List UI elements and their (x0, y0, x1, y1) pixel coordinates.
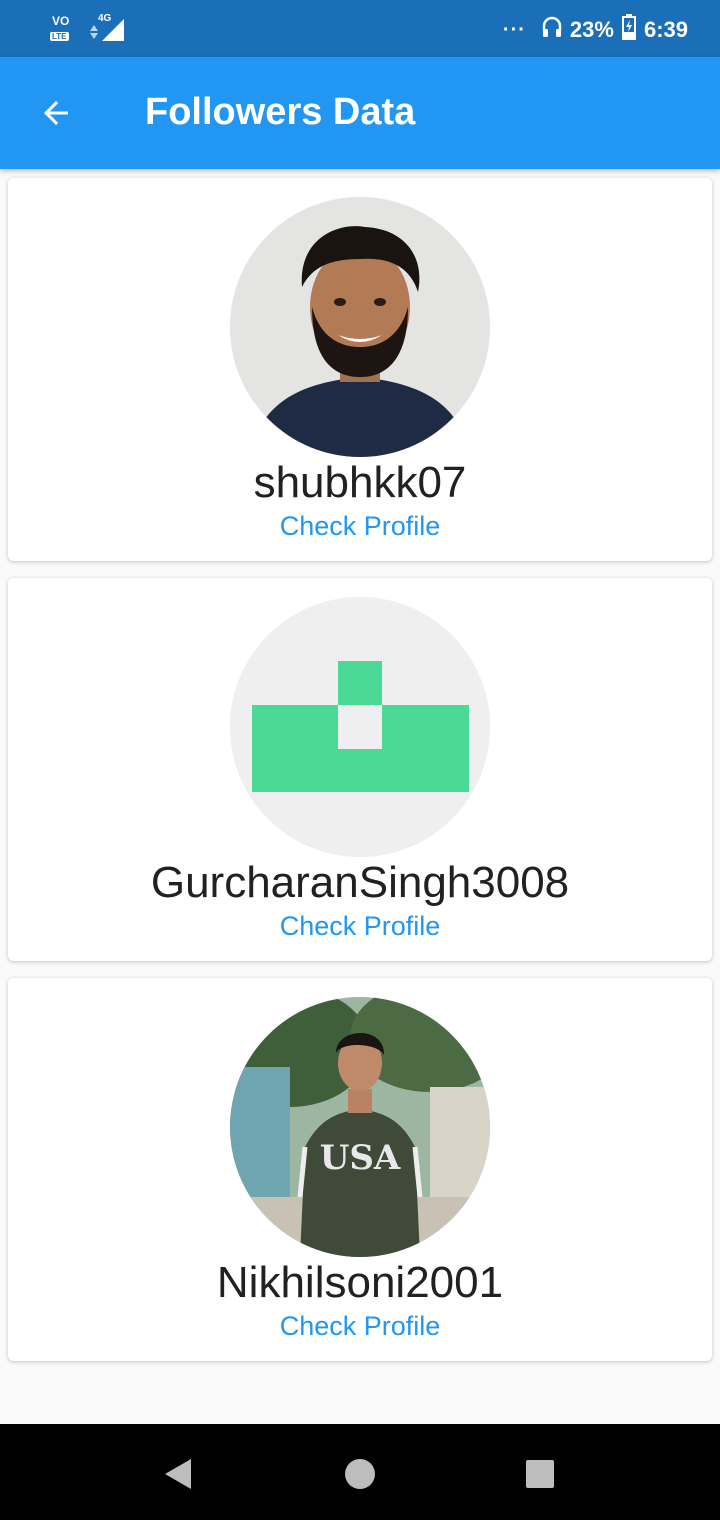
avatar (230, 197, 490, 457)
check-profile-link[interactable]: Check Profile (8, 511, 712, 542)
4g-signal-icon: 4G (88, 13, 128, 43)
check-profile-link[interactable]: Check Profile (8, 911, 712, 942)
status-right-icons: ··· 23% 6:39 (503, 14, 688, 46)
nav-home-button[interactable] (340, 1454, 380, 1494)
network-label: 4G (98, 13, 112, 24)
back-triangle-icon (165, 1459, 191, 1489)
status-bar: VO LTE 4G ··· 23% 6:39 (0, 0, 720, 57)
app-bar: Followers Data (0, 57, 720, 169)
clock: 6:39 (643, 17, 688, 42)
follower-username: Nikhilsoni2001 (216, 1258, 504, 1307)
check-profile-link[interactable]: Check Profile (8, 1311, 712, 1342)
more-indicator: ··· (502, 18, 526, 41)
identicon-avatar (230, 597, 490, 857)
nav-recents-button[interactable] (520, 1454, 560, 1494)
battery-percent: 23% (569, 17, 614, 42)
arrow-back-icon (44, 101, 68, 125)
system-nav-bar (0, 1424, 720, 1520)
nav-back-button[interactable] (158, 1454, 198, 1494)
avatar (230, 597, 490, 857)
battery-charging-icon (621, 14, 636, 46)
volte-label: VO (52, 14, 70, 28)
svg-text:USA: USA (320, 1138, 401, 1178)
back-button[interactable] (30, 87, 82, 139)
follower-username: shubhkk07 (253, 458, 467, 507)
follower-card: shubhkk07 Check Profile (8, 178, 712, 561)
headphones-icon (542, 16, 562, 44)
follower-card: GurcharanSingh3008 Check Profile (8, 578, 712, 961)
follower-username: GurcharanSingh3008 (150, 858, 570, 907)
lte-label: LTE (50, 32, 69, 41)
status-left-icons: VO LTE 4G (50, 12, 128, 44)
avatar: USA (230, 997, 490, 1257)
page-title: Followers Data (145, 91, 416, 133)
home-circle-icon (345, 1459, 375, 1489)
volte-icon: VO LTE (50, 12, 78, 44)
follower-card: USA Nikhilsoni2001 Check Profile (8, 978, 712, 1361)
recents-square-icon (526, 1460, 554, 1488)
